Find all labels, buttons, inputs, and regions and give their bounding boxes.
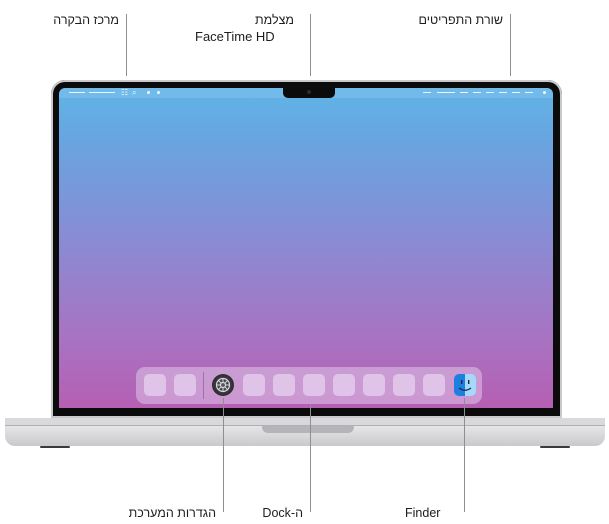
menu-bar-item[interactable] [69,92,85,93]
control-center-callout-line [126,14,127,76]
facetime-camera-label-line1: מצלמת [255,13,294,27]
dock-app-icon[interactable] [333,374,355,396]
dock-app-icon[interactable] [243,374,265,396]
menu-bar-item[interactable] [437,92,455,93]
gear-icon[interactable] [212,374,234,396]
menu-bar-item[interactable] [525,92,533,93]
control-center-icon[interactable]: ☷ [121,88,128,98]
menu-bar-item[interactable] [512,92,520,93]
menu-bar-label: שורת התפריטים [418,13,503,27]
dock-app-icon[interactable] [423,374,445,396]
finder-face [458,380,472,391]
menu-bar-item[interactable] [89,92,115,93]
dock-app-icon[interactable] [393,374,415,396]
laptop-foot [540,446,570,448]
status-icon[interactable] [147,91,150,94]
menu-bar-item[interactable] [486,92,494,93]
gear-glyph [215,377,231,393]
search-icon[interactable]: ⌕ [132,88,136,98]
finder-callout-line [464,398,465,512]
system-settings-callout-line [223,398,224,512]
desktop-screen: ☷ ⌕ [59,88,553,408]
dock-app-icon[interactable] [174,374,196,396]
opening-notch [262,426,354,433]
menu-bar-callout-line [510,14,511,76]
menu-bar-item[interactable] [473,92,481,93]
facetime-camera-label-line2: FaceTime HD [195,29,275,44]
facetime-camera-icon [307,90,311,94]
dock-separator [203,372,204,399]
menu-bar-item[interactable] [499,92,507,93]
control-center-label: מרכז הבקרה [53,13,119,27]
status-icon[interactable] [157,91,160,94]
dock-app-icon[interactable] [144,374,166,396]
menu-bar-item[interactable] [423,92,431,93]
laptop-hinge [5,418,605,426]
finder-label: Finder [405,506,441,520]
finder-icon[interactable] [454,374,476,396]
camera-callout-line [310,14,311,76]
dock-label: ה-Dock [262,506,303,520]
system-settings-label: הגדרות המערכת [128,506,216,520]
laptop-foot [40,446,70,448]
status-icon[interactable] [543,91,546,94]
dock-callout-line [310,404,311,512]
menu-bar-item[interactable] [460,92,468,93]
dock-app-icon[interactable] [303,374,325,396]
dock-app-icon[interactable] [363,374,385,396]
dock-app-icon[interactable] [273,374,295,396]
